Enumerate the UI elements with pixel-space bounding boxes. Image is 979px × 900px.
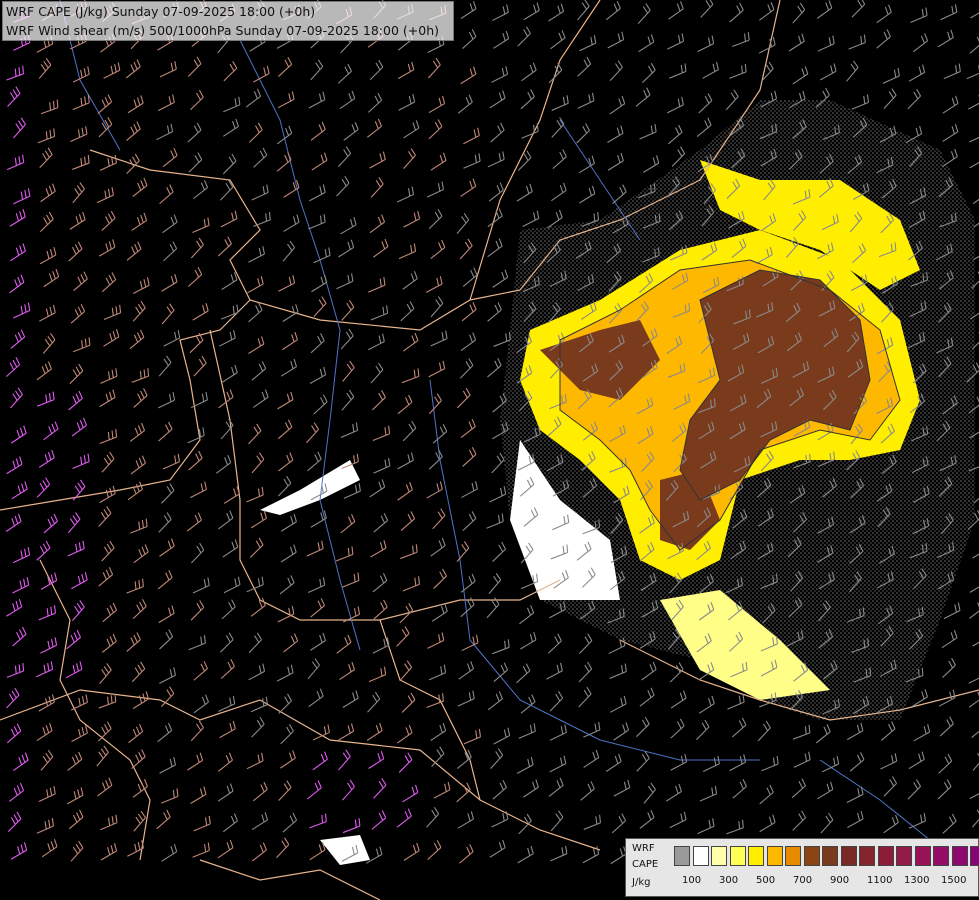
legend-swatch [748,846,764,866]
legend-tick-label: 300 [719,875,739,886]
legend-swatch [803,846,820,866]
wind-shear-title: WRF Wind shear (m/s) 500/1000hPa Sunday … [6,23,439,38]
legend-swatch [766,846,783,866]
legend-swatch [729,846,746,866]
legend-swatch [914,846,931,866]
legend-tick-label: 1100 [867,875,893,886]
legend-swatch [951,846,968,866]
legend-swatch [859,846,875,866]
weather-map [0,0,979,900]
legend-tick-label: 1300 [904,875,930,886]
legend-model-label: WRF [632,843,655,854]
legend-tick-label: 1500 [941,875,967,886]
legend-tick-label: 900 [830,875,850,886]
legend-field-label: CAPE [632,859,659,870]
legend-unit-label: J/kg [632,877,651,888]
legend-swatch [822,846,838,866]
legend-swatch [896,846,912,866]
legend-tick-label: 100 [682,875,702,886]
legend-swatch [692,846,709,866]
legend-swatch [970,846,979,866]
legend-swatch [933,846,949,866]
legend-swatch [785,846,801,866]
legend-tick-label: 500 [756,875,776,886]
legend-swatch [674,846,690,866]
legend-swatch [840,846,857,866]
cape-legend: WRF CAPE J/kg 100 300 500 700 900 1100 1300 150… [625,838,979,897]
legend-swatch [711,846,727,866]
cape-title: WRF CAPE (J/kg) Sunday 07-09-2025 18:00 … [6,4,316,19]
legend-swatch [877,846,894,866]
map-title-box: WRF CAPE (J/kg) Sunday 07-09-2025 18:00 … [2,1,454,41]
legend-tick-label: 700 [793,875,813,886]
